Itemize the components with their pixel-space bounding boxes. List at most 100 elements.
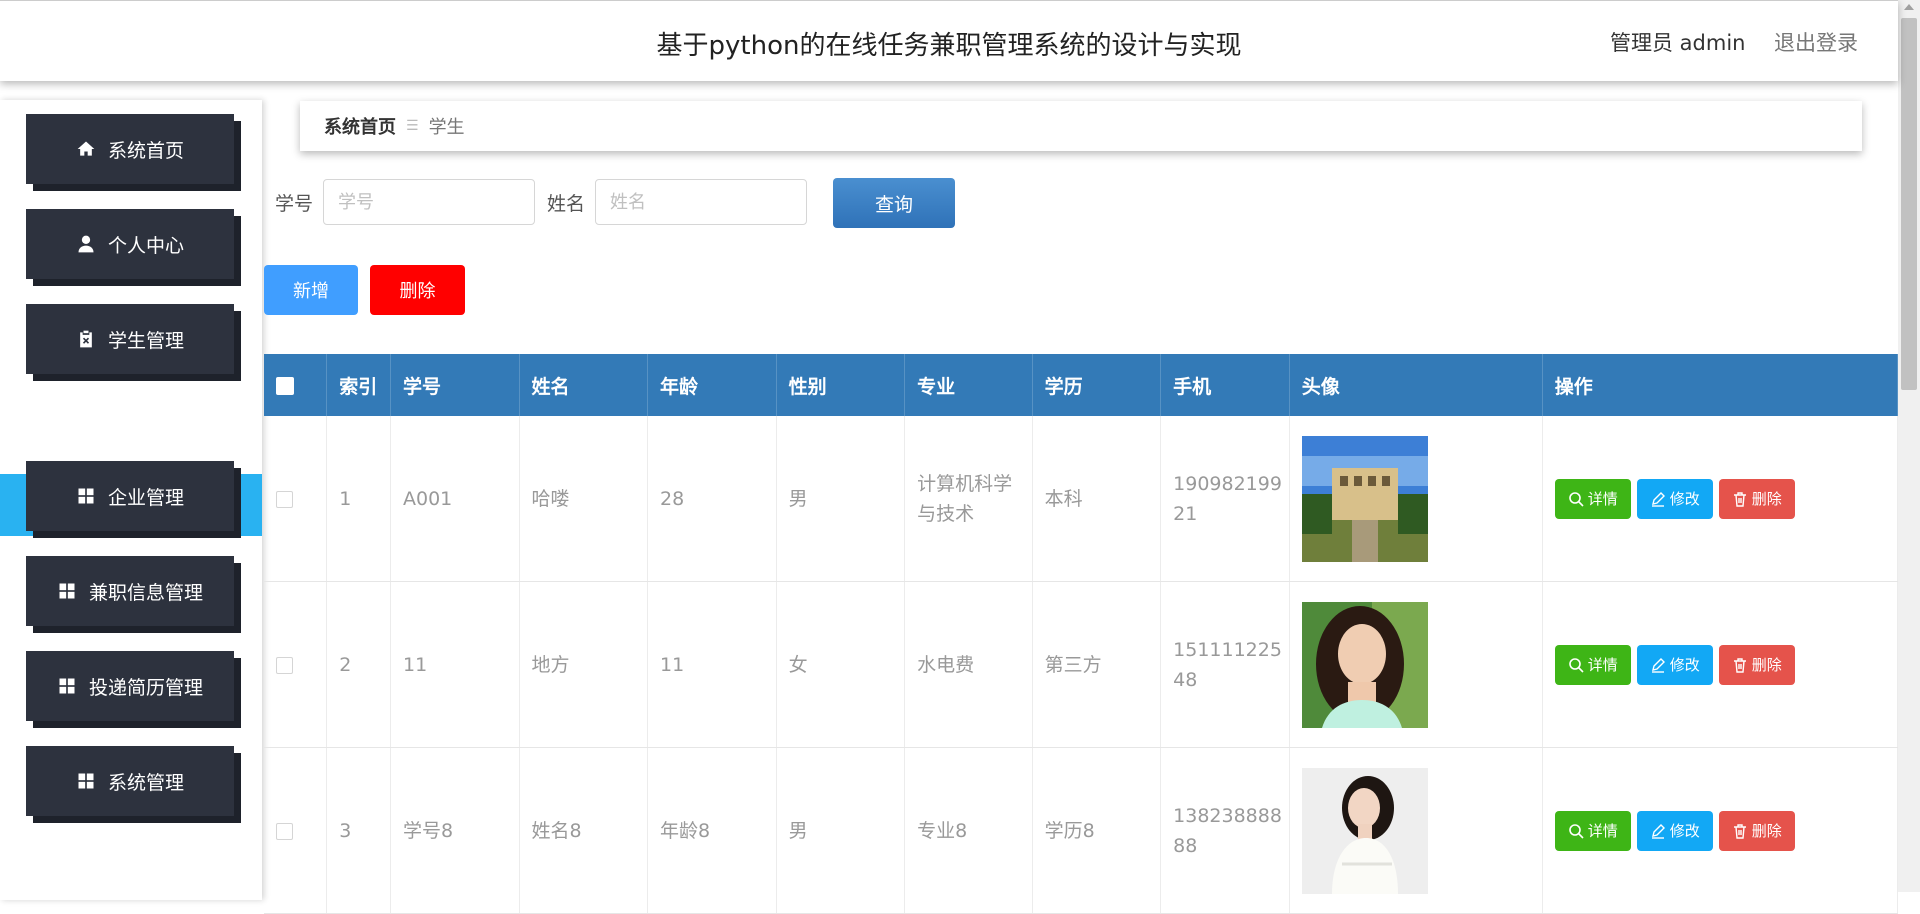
student-no-input[interactable] <box>323 179 535 225</box>
table-row: 3 学号8 姓名8 年龄8 男 专业8 学历8 13823888888 详情 修… <box>264 747 1899 914</box>
column-header: 学历 <box>1032 354 1162 416</box>
cell-student-no: 学号8 <box>390 747 520 914</box>
row-select-cell <box>264 581 328 748</box>
cell-name: 地方 <box>519 581 649 748</box>
sidebar-item-home[interactable]: 系统首页 <box>26 114 234 184</box>
search-icon <box>1568 491 1584 507</box>
avatar-image[interactable] <box>1301 767 1428 894</box>
scrollbar-thumb[interactable] <box>1901 18 1917 390</box>
batch-delete-button[interactable]: 删除 <box>370 265 465 315</box>
query-button[interactable]: 查询 <box>833 178 955 228</box>
row-checkbox[interactable] <box>276 656 293 674</box>
grid-icon <box>59 678 75 694</box>
edit-button[interactable]: 修改 <box>1636 478 1713 519</box>
column-header: 姓名 <box>519 354 649 416</box>
scroll-up-arrow-icon[interactable] <box>1904 4 1914 10</box>
clipboard-icon <box>80 330 92 348</box>
row-select-cell <box>264 416 328 582</box>
search-icon <box>1568 657 1584 673</box>
edit-button[interactable]: 修改 <box>1636 644 1713 685</box>
detail-button[interactable]: 详情 <box>1554 478 1631 519</box>
trash-icon <box>1733 657 1746 673</box>
cell-age: 年龄8 <box>647 747 777 914</box>
cell-education: 第三方 <box>1032 581 1162 748</box>
cell-gender: 男 <box>776 747 906 914</box>
cell-major: 水电费 <box>904 581 1033 748</box>
column-header: 索引 <box>326 354 391 416</box>
edit-icon <box>1651 823 1665 839</box>
sidebar-item-personal-center[interactable]: 个人中心 <box>26 209 234 279</box>
edit-label: 修改 <box>1669 655 1700 674</box>
cell-index: 3 <box>326 747 391 914</box>
column-header: 专业 <box>904 354 1033 416</box>
logout-link[interactable]: 退出登录 <box>1774 27 1858 57</box>
student-table: 索引 学号 姓名 年龄 性别 专业 学历 手机 头像 操作 1 A001 哈喽 … <box>264 354 1899 914</box>
cell-major: 计算机科学与技术 <box>904 416 1033 582</box>
cell-age: 11 <box>647 581 777 748</box>
detail-label: 详情 <box>1587 489 1618 508</box>
sidebar-item-enterprise-management[interactable]: 企业管理 <box>26 461 234 531</box>
cell-actions: 详情 修改 删除 <box>1542 747 1899 914</box>
breadcrumb-home[interactable]: 系统首页 <box>324 113 396 139</box>
row-delete-button[interactable]: 删除 <box>1718 478 1795 519</box>
cell-avatar <box>1289 747 1543 914</box>
detail-label: 详情 <box>1587 821 1618 840</box>
grid-icon <box>78 773 94 789</box>
sidebar-item-parttime-management[interactable]: 兼职信息管理 <box>26 556 234 626</box>
delete-label: 删除 <box>1751 821 1782 840</box>
column-header: 手机 <box>1160 354 1290 416</box>
select-all-checkbox[interactable] <box>276 376 294 395</box>
add-button[interactable]: 新增 <box>264 265 358 315</box>
sidebar-item-student-management[interactable]: 学生管理 <box>26 304 234 374</box>
cell-avatar <box>1289 581 1543 748</box>
avatar-image[interactable] <box>1301 601 1428 728</box>
detail-button[interactable]: 详情 <box>1554 644 1631 685</box>
cell-age: 28 <box>647 416 777 582</box>
column-header: 操作 <box>1542 354 1899 416</box>
delete-label: 删除 <box>1751 655 1782 674</box>
cell-name: 哈喽 <box>519 416 649 582</box>
name-input[interactable] <box>595 179 807 225</box>
cell-student-no: 11 <box>390 581 520 748</box>
sidebar-item-system-management[interactable]: 系统管理 <box>26 746 234 816</box>
cell-student-no: A001 <box>390 416 520 582</box>
cell-index: 2 <box>326 581 391 748</box>
detail-label: 详情 <box>1587 655 1618 674</box>
edit-button[interactable]: 修改 <box>1636 810 1713 851</box>
cell-index: 1 <box>326 416 391 582</box>
sidebar-item-resume-management[interactable]: 投递简历管理 <box>26 651 234 721</box>
cell-gender: 男 <box>776 416 906 582</box>
row-checkbox[interactable] <box>276 822 293 840</box>
row-delete-button[interactable]: 删除 <box>1718 644 1795 685</box>
edit-icon <box>1651 491 1665 507</box>
trash-icon <box>1733 823 1746 839</box>
row-delete-button[interactable]: 删除 <box>1718 810 1795 851</box>
name-label: 姓名 <box>547 193 586 215</box>
breadcrumb-current: 学生 <box>428 117 465 138</box>
student-no-label: 学号 <box>275 193 314 215</box>
detail-button[interactable]: 详情 <box>1554 810 1631 851</box>
cell-education: 本科 <box>1032 416 1162 582</box>
cell-actions: 详情 修改 删除 <box>1542 581 1899 748</box>
row-select-cell <box>264 747 328 914</box>
sidebar-item-label: 系统首页 <box>107 139 184 162</box>
sidebar-item-label: 企业管理 <box>107 486 184 509</box>
trash-icon <box>1733 491 1746 507</box>
table-row: 2 11 地方 11 女 水电费 第三方 15111122548 详情 修改 删… <box>264 581 1899 748</box>
grid-icon <box>59 583 75 599</box>
row-checkbox[interactable] <box>276 490 293 508</box>
sidebar-item-label: 个人中心 <box>107 234 184 257</box>
header-select-all[interactable] <box>264 354 328 416</box>
sidebar-item-label: 系统管理 <box>107 771 184 794</box>
edit-label: 修改 <box>1669 821 1700 840</box>
edit-icon <box>1651 657 1665 673</box>
cell-education: 学历8 <box>1032 747 1162 914</box>
sidebar: 系统首页 个人中心 学生管理 学生 企业管理 兼职信息管理 投递简历管理 系统管… <box>0 100 262 900</box>
avatar-image[interactable] <box>1301 435 1428 562</box>
admin-label: 管理员 admin <box>1610 31 1746 55</box>
cell-avatar <box>1289 416 1543 582</box>
column-header: 年龄 <box>647 354 777 416</box>
cell-phone: 15111122548 <box>1160 581 1290 748</box>
sidebar-item-label: 兼职信息管理 <box>88 581 203 604</box>
column-header: 性别 <box>776 354 906 416</box>
